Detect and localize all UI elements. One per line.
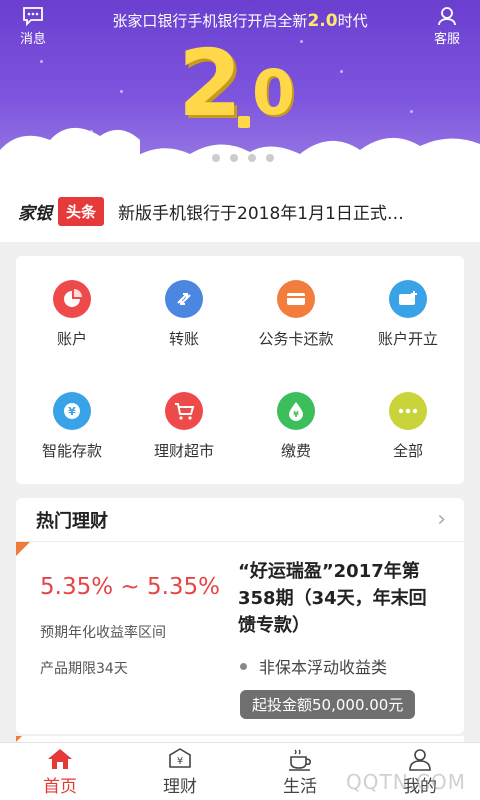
- carousel-dot[interactable]: [230, 154, 238, 162]
- banner-title-suffix: 时代: [337, 12, 368, 30]
- svg-text:¥: ¥: [177, 756, 183, 767]
- nav-wealth[interactable]: ¥ 理财: [120, 743, 240, 800]
- product-type: 非保本浮动收益类: [240, 654, 387, 678]
- svg-text:¥: ¥: [68, 405, 76, 418]
- star-decoration: [40, 60, 43, 63]
- card-add-icon: [389, 280, 427, 318]
- banner-title-prefix: 张家口银行手机银行开启全新: [112, 12, 308, 30]
- hot-ribbon-icon: [16, 542, 30, 556]
- nav-life[interactable]: 生活: [240, 743, 360, 800]
- wealth-icon: ¥: [169, 748, 191, 768]
- message-label: 消息: [19, 32, 46, 47]
- news-headline[interactable]: 家银 头条 新版手机银行于2018年1月1日正式…: [0, 180, 480, 242]
- menu-item-label: 账户开立: [377, 330, 438, 348]
- cart-icon: [165, 392, 203, 430]
- cloud-decoration: [0, 127, 480, 180]
- menu-item-5[interactable]: ¥ 智能存款: [16, 392, 128, 461]
- person-icon: [409, 749, 431, 771]
- menu-item-label: 转账: [168, 330, 199, 348]
- function-menu: 账户 转账 公务卡还款 账户开立 ¥ 智能存款 理财超市 ¥ 缴费 全部: [16, 256, 464, 484]
- carousel-dot[interactable]: [248, 154, 256, 162]
- carousel-dot[interactable]: [266, 154, 274, 162]
- menu-item-2[interactable]: 转账: [128, 280, 240, 349]
- service-label: 客服: [433, 32, 460, 47]
- svg-text:¥: ¥: [293, 410, 299, 419]
- banner-title-version: 2.0: [307, 11, 338, 31]
- menu-item-label: 智能存款: [41, 442, 102, 460]
- star-decoration: [340, 70, 343, 73]
- carousel-indicator: [194, 154, 274, 162]
- banner-title: 张家口银行手机银行开启全新2.0时代: [0, 10, 480, 31]
- promo-banner[interactable]: 消息 张家口银行手机银行开启全新2.0时代 客服 2 0: [0, 0, 480, 180]
- menu-item-8[interactable]: 全部: [352, 392, 464, 461]
- yield-rate-label: 预期年化收益率区间: [40, 625, 166, 641]
- hot-finance-header[interactable]: 热门理财 ›: [16, 498, 464, 542]
- drop-icon: ¥: [277, 392, 315, 430]
- home-icon: [48, 749, 72, 769]
- star-decoration: [120, 90, 123, 93]
- card-icon: [277, 280, 315, 318]
- menu-item-3[interactable]: 公务卡还款: [240, 280, 352, 349]
- bank-logo-text: 家银: [18, 203, 52, 224]
- transfer-icon: [165, 280, 203, 318]
- menu-item-label: 全部: [392, 442, 423, 460]
- site-watermark: QQTN.COM: [346, 770, 466, 794]
- menu-item-label: 理财超市: [153, 442, 214, 460]
- headline-text: 新版手机银行于2018年1月1日正式…: [118, 203, 404, 224]
- hot-finance-card[interactable]: 热门理财 › 5.35% ~ 5.35% 预期年化收益率区间 产品期限34天 “…: [16, 498, 464, 734]
- carousel-dot[interactable]: [212, 154, 220, 162]
- menu-item-label: 公务卡还款: [258, 330, 334, 348]
- min-investment-badge: 起投金额50,000.00元: [240, 690, 416, 719]
- product-name: “好运瑞盈”2017年第358期（34天，年末回馈专款）: [238, 561, 427, 636]
- menu-item-6[interactable]: 理财超市: [128, 392, 240, 461]
- pie-icon: [53, 280, 91, 318]
- headset-icon: [438, 7, 456, 26]
- yield-rate: 5.35% ~ 5.35%: [40, 574, 221, 600]
- nav-wealth-label: 理财: [163, 777, 197, 797]
- nav-home-label: 首页: [43, 777, 77, 797]
- headline-tag: 头条: [58, 196, 105, 226]
- coffee-icon: [289, 749, 311, 771]
- menu-item-1[interactable]: 账户: [16, 280, 128, 349]
- product-term: 产品期限34天: [40, 661, 128, 677]
- menu-item-label: 缴费: [280, 442, 311, 460]
- carousel-dot[interactable]: [194, 154, 202, 162]
- menu-item-4[interactable]: 账户开立: [352, 280, 464, 349]
- chevron-right-icon: ›: [437, 507, 446, 532]
- product-type-text: 非保本浮动收益类: [259, 658, 388, 677]
- bottom-navigation: 首页 ¥ 理财 生活 我的 QQTN.COM: [0, 742, 480, 800]
- nav-life-label: 生活: [283, 777, 317, 797]
- yen-icon: ¥: [53, 392, 91, 430]
- menu-item-7[interactable]: ¥ 缴费: [240, 392, 352, 461]
- customer-service-button[interactable]: 客服: [427, 6, 467, 47]
- hot-finance-title: 热门理财: [36, 510, 108, 532]
- more-icon: [389, 392, 427, 430]
- nav-home[interactable]: 首页: [0, 743, 120, 800]
- bullet-icon: [240, 662, 247, 670]
- menu-item-label: 账户: [56, 330, 87, 348]
